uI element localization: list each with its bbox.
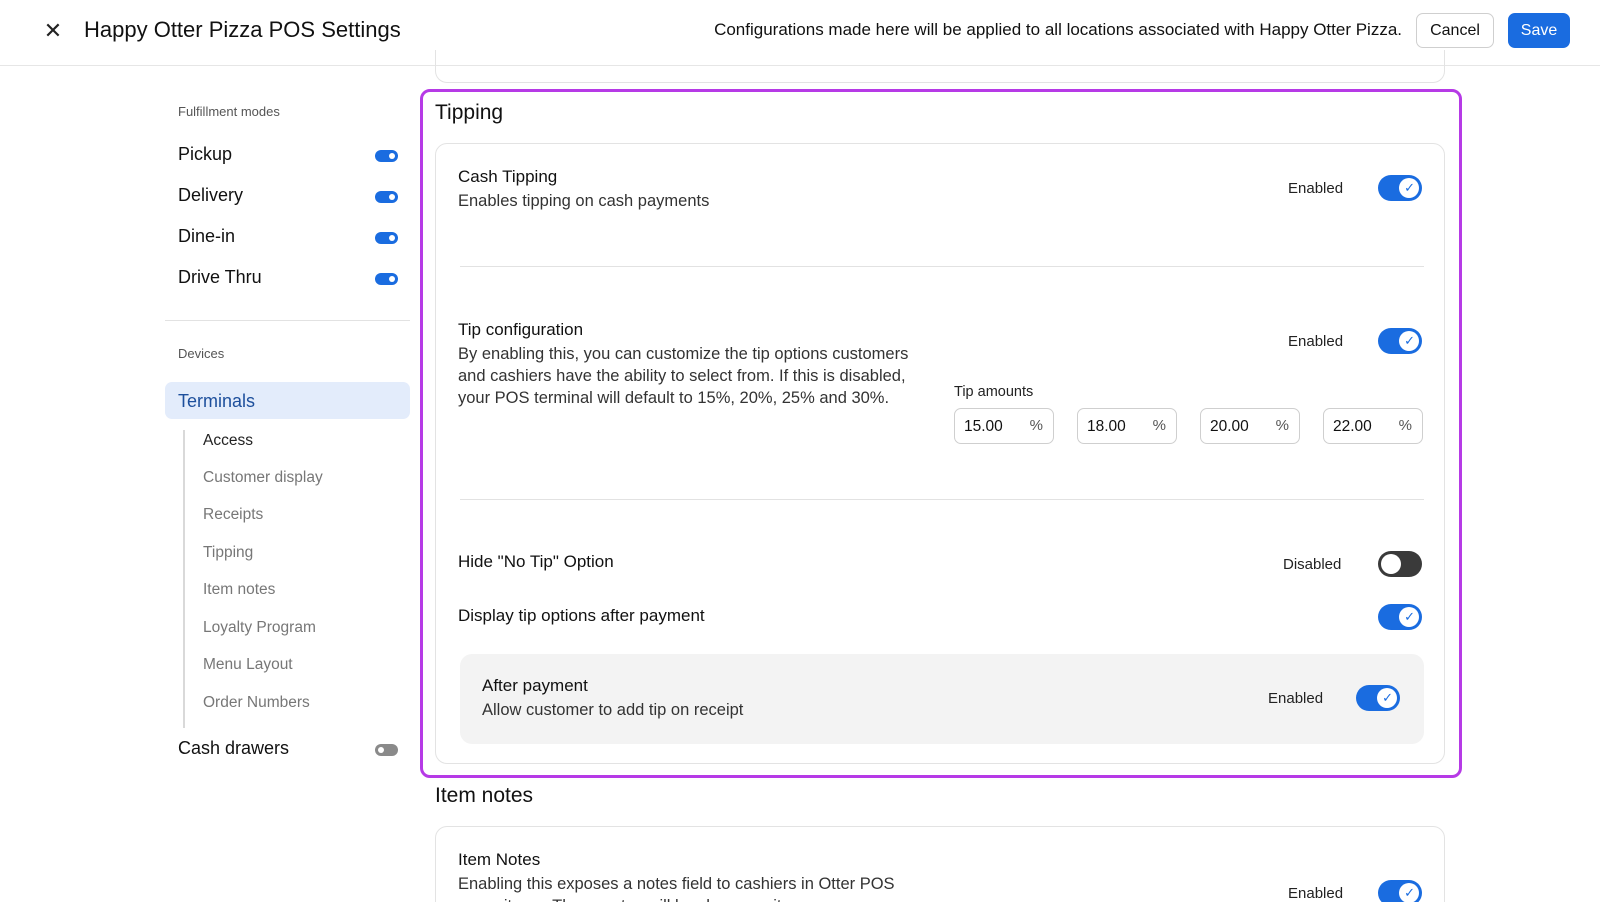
tip-amount-field-1: %	[954, 408, 1054, 444]
percent-unit: %	[1152, 417, 1166, 434]
drive-thru-toggle[interactable]	[375, 273, 398, 285]
delivery-toggle[interactable]	[375, 191, 398, 203]
display-after-payment-toggle[interactable]: ✓	[1378, 604, 1422, 630]
global-notice: Configurations made here will be applied…	[714, 20, 1402, 39]
fulfillment-heading: Fulfillment modes	[178, 104, 280, 119]
after-payment-title: After payment	[482, 676, 588, 695]
display-after-payment-title: Display tip options after payment	[458, 606, 705, 625]
after-payment-panel: After payment Allow customer to add tip …	[460, 654, 1424, 744]
tip-configuration-description: By enabling this, you can customize the …	[458, 345, 909, 407]
sidebar-item-label: Dine-in	[178, 226, 236, 246]
settings-sidebar: Fulfillment modes Pickup Delivery Dine-i…	[165, 66, 410, 902]
tipping-card: Cash Tipping Enables tipping on cash pay…	[435, 143, 1445, 764]
item-notes-state: Enabled	[1288, 885, 1344, 902]
after-payment-description: Allow customer to add tip on receipt	[482, 701, 744, 719]
after-payment-toggle[interactable]: ✓	[1356, 685, 1400, 711]
devices-heading: Devices	[178, 346, 225, 361]
tip-amount-input-1[interactable]	[964, 417, 1020, 437]
sidebar-item-terminals[interactable]: Terminals	[165, 382, 410, 419]
tip-amount-input-2[interactable]	[1087, 417, 1143, 437]
sidebar-item-cash-drawers[interactable]: Cash drawers	[178, 736, 398, 762]
check-icon: ✓	[1382, 690, 1393, 705]
row-divider	[460, 266, 1424, 267]
subnav-rail	[183, 430, 185, 728]
after-payment-state: Enabled	[1268, 690, 1324, 707]
check-icon: ✓	[1404, 609, 1415, 624]
cash-tipping-toggle[interactable]: ✓	[1378, 175, 1422, 201]
sidebar-item-pickup[interactable]: Pickup	[178, 142, 398, 168]
subnav-item-menu-layout[interactable]: Menu Layout	[203, 656, 293, 674]
subnav-item-access[interactable]: Access	[203, 432, 253, 450]
tip-amount-input-3[interactable]	[1210, 417, 1266, 437]
subnav-item-order-numbers[interactable]: Order Numbers	[203, 694, 310, 712]
subnav-item-item-notes[interactable]: Item notes	[203, 581, 275, 599]
tip-amount-field-2: %	[1077, 408, 1177, 444]
sidebar-item-label: Terminals	[178, 391, 256, 411]
cash-tipping-description: Enables tipping on cash payments	[458, 192, 710, 210]
tip-configuration-state: Enabled	[1288, 333, 1344, 350]
sidebar-item-label: Delivery	[178, 185, 244, 205]
dine-in-toggle[interactable]	[375, 232, 398, 244]
item-notes-description: Enabling this exposes a notes field to c…	[458, 875, 895, 902]
row-divider	[460, 499, 1424, 500]
check-icon: ✓	[1404, 885, 1415, 900]
sidebar-item-label: Pickup	[178, 144, 233, 164]
sidebar-item-label: Cash drawers	[178, 738, 290, 758]
tip-amounts-label: Tip amounts	[954, 384, 1034, 400]
tip-configuration-toggle[interactable]: ✓	[1378, 328, 1422, 354]
item-notes-toggle[interactable]: ✓	[1378, 880, 1422, 902]
tip-amount-field-4: %	[1323, 408, 1423, 444]
subnav-item-tipping[interactable]: Tipping	[203, 544, 253, 562]
tip-amount-field-3: %	[1200, 408, 1300, 444]
tip-configuration-title: Tip configuration	[458, 320, 584, 339]
sidebar-divider	[165, 320, 410, 321]
close-icon[interactable]: ✕	[40, 18, 66, 44]
previous-section-card	[435, 50, 1445, 83]
pickup-toggle[interactable]	[375, 150, 398, 162]
sidebar-item-delivery[interactable]: Delivery	[178, 183, 398, 209]
item-notes-title: Item Notes	[458, 850, 541, 869]
tipping-section-title: Tipping	[435, 101, 504, 124]
cash-tipping-state: Enabled	[1288, 180, 1344, 197]
page-title: Happy Otter Pizza POS Settings	[84, 17, 401, 42]
percent-unit: %	[1029, 417, 1043, 434]
hide-no-tip-title: Hide "No Tip" Option	[458, 552, 614, 571]
subnav-item-customer-display[interactable]: Customer display	[203, 469, 323, 487]
tip-amount-input-4[interactable]	[1333, 417, 1389, 437]
check-icon: ✓	[1404, 180, 1415, 195]
item-notes-card: Item Notes Enabling this exposes a notes…	[435, 826, 1445, 902]
cancel-button[interactable]: Cancel	[1416, 13, 1494, 48]
hide-no-tip-toggle[interactable]	[1378, 551, 1422, 577]
cash-tipping-title: Cash Tipping	[458, 167, 558, 186]
percent-unit: %	[1398, 417, 1412, 434]
subnav-item-receipts[interactable]: Receipts	[203, 506, 263, 524]
sidebar-item-drive-thru[interactable]: Drive Thru	[178, 265, 398, 291]
check-icon: ✓	[1404, 333, 1415, 348]
sidebar-item-label: Drive Thru	[178, 267, 262, 287]
item-notes-section-title: Item notes	[435, 784, 534, 807]
sidebar-item-dine-in[interactable]: Dine-in	[178, 224, 398, 250]
hide-no-tip-state: Disabled	[1283, 556, 1342, 573]
cash-drawers-toggle[interactable]	[375, 744, 398, 756]
save-button[interactable]: Save	[1508, 13, 1570, 48]
percent-unit: %	[1275, 417, 1289, 434]
subnav-item-loyalty-program[interactable]: Loyalty Program	[203, 619, 316, 637]
